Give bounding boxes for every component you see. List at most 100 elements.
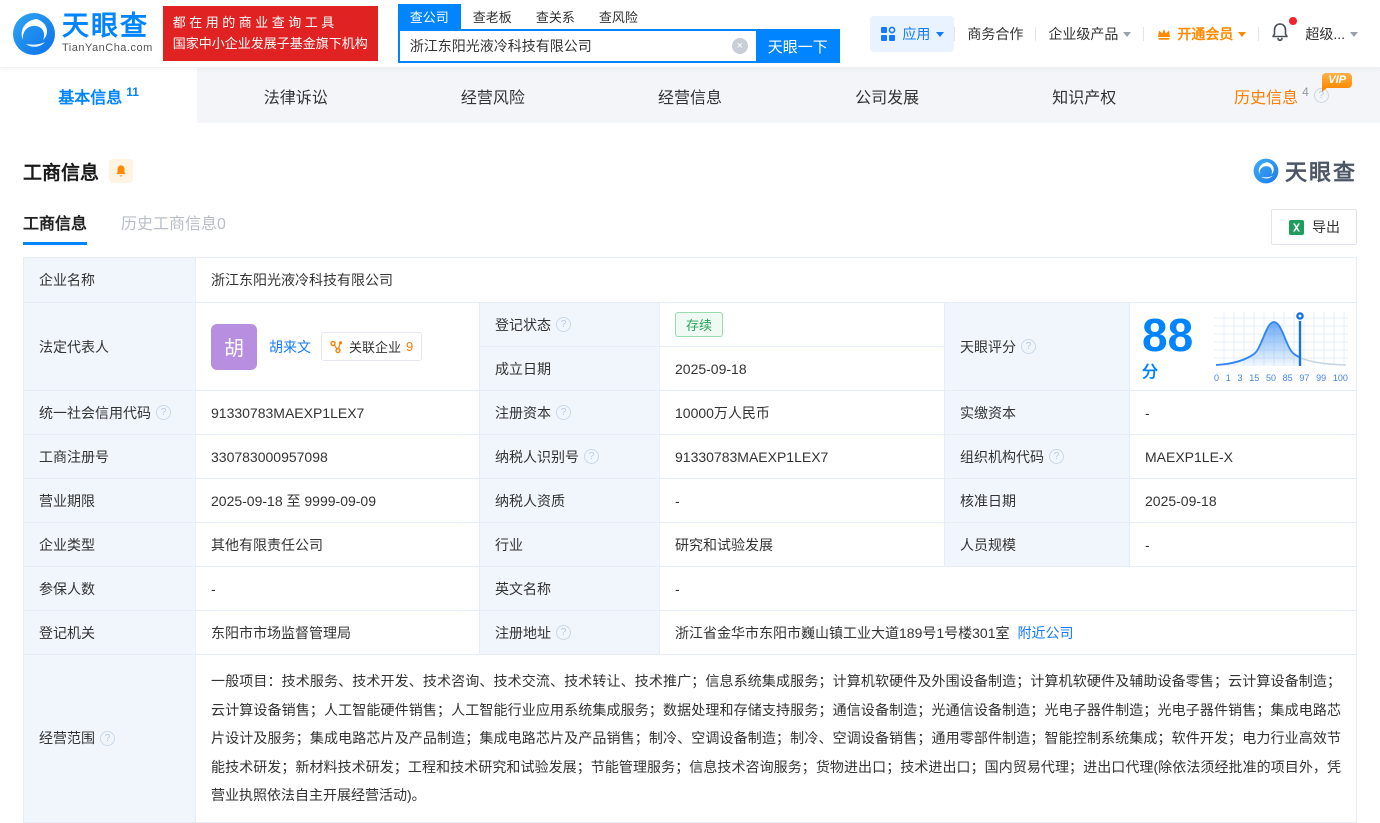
search-button[interactable]: 天眼一下 (756, 29, 840, 63)
tianyancha-watermark: 天眼查 (1253, 155, 1357, 187)
caret-down-icon (1123, 32, 1131, 37)
reg-address-label: 注册地址 (495, 623, 551, 643)
reg-number-value: 330783000957098 (196, 435, 480, 478)
english-name-label: 英文名称 (480, 567, 660, 610)
english-name-value: - (660, 567, 1356, 610)
score-axis-labels: 0131550859799100 (1214, 373, 1348, 383)
search-tab-relation[interactable]: 查关系 (524, 4, 587, 31)
account-menu[interactable]: 超级... (1301, 24, 1370, 44)
tianyancha-logo[interactable]: 天眼查 TianYanCha.com (12, 12, 153, 56)
enterprise-product-menu[interactable]: 企业级产品 (1036, 24, 1143, 44)
search-tab-risk[interactable]: 查风险 (587, 4, 650, 31)
network-icon (330, 340, 344, 354)
status-date-stack: 登记状态 ? 存续 成立日期 2025-09-18 (480, 303, 945, 390)
score-unit: 分 (1142, 364, 1158, 381)
export-button[interactable]: 导出 (1271, 209, 1357, 245)
industry-value: 研究和试验发展 (660, 523, 945, 566)
legal-rep-name-link[interactable]: 胡来文 (269, 337, 311, 357)
score-distribution-chart: 0131550859799100 (1214, 310, 1348, 383)
business-coop-link[interactable]: 商务合作 (955, 24, 1035, 44)
related-companies-label: 关联企业 (349, 337, 401, 356)
reg-address-text: 浙江省金华市东阳市巍山镇工业大道189号1号楼301室 (675, 623, 1010, 643)
subtab-business-info[interactable]: 工商信息 (23, 210, 87, 245)
bell-icon (1269, 21, 1291, 43)
taxpayer-quality-value: - (660, 479, 945, 522)
taxpayer-id-label-cell: 纳税人识别号 ? (480, 435, 660, 478)
slogan-line1: 都在用的商业查询工具 (173, 13, 368, 33)
search-tab-boss[interactable]: 查老板 (461, 4, 524, 31)
table-row-company-type: 企业类型 其他有限责任公司 行业 研究和试验发展 人员规模 - (24, 523, 1356, 567)
apps-grid-icon (880, 26, 896, 42)
help-icon[interactable]: ? (156, 405, 171, 420)
score-label: 天眼评分 (960, 337, 1016, 357)
reg-status-label-cell: 登记状态 ? (480, 303, 660, 346)
search-tab-company[interactable]: 查公司 (398, 4, 461, 31)
reg-authority-value: 东阳市市场监督管理局 (196, 611, 480, 654)
tab-history-info-count: 4 (1302, 85, 1309, 99)
help-icon[interactable]: ? (556, 405, 571, 420)
org-code-label: 组织机构代码 (960, 447, 1044, 467)
establish-date-value: 2025-09-18 (660, 347, 945, 390)
help-icon[interactable]: ? (556, 625, 571, 640)
table-row-business-scope: 经营范围 ? 一般项目：技术服务、技术开发、技术咨询、技术交流、技术转让、技术推… (24, 655, 1356, 823)
slogan-banner: 都在用的商业查询工具 国家中小企业发展子基金旗下机构 (163, 6, 378, 60)
search-tabs: 查公司 查老板 查关系 查风险 (398, 4, 840, 29)
subtab-history-business-info[interactable]: 历史工商信息0 (121, 210, 226, 245)
company-type-label: 企业类型 (24, 523, 196, 566)
monitor-bell-button[interactable] (109, 159, 133, 183)
enterprise-product-label: 企业级产品 (1048, 24, 1118, 44)
help-icon[interactable]: ? (1049, 449, 1064, 464)
related-companies-badge[interactable]: 关联企业 9 (321, 332, 422, 361)
help-icon[interactable]: ? (100, 731, 115, 746)
credit-code-value: 91330783MAEXP1LEX7 (196, 391, 480, 434)
caret-down-icon (1350, 32, 1358, 37)
company-type-value: 其他有限责任公司 (196, 523, 480, 566)
caret-down-icon (1238, 32, 1246, 37)
tab-basic-info[interactable]: 基本信息 11 (0, 68, 197, 123)
reg-capital-value: 10000万人民币 (660, 391, 945, 434)
help-icon[interactable]: ? (556, 317, 571, 332)
paid-capital-label: 实缴资本 (945, 391, 1130, 434)
tab-history-info[interactable]: 历史信息 4 ? VIP (1183, 68, 1380, 123)
credit-code-label-cell: 统一社会信用代码 ? (24, 391, 196, 434)
score-number: 88 (1142, 309, 1193, 361)
tab-basic-info-label: 基本信息 (58, 84, 122, 108)
help-icon[interactable]: ? (1021, 339, 1036, 354)
apps-menu[interactable]: 应用 (870, 16, 954, 52)
table-row-legal-rep: 法定代表人 胡 胡来文 关联企业 9 登记状态 ? (24, 303, 1356, 391)
vip-badge: VIP (1322, 73, 1352, 88)
notification-bell[interactable] (1259, 21, 1301, 46)
score-value-cell[interactable]: 88 分 (1130, 303, 1356, 390)
header-menu: 应用 商务合作 企业级产品 开通会员 (870, 16, 1370, 52)
tab-operation-info[interactable]: 经营信息 (591, 68, 788, 123)
legal-rep-label: 法定代表人 (24, 303, 196, 390)
tab-history-info-label: 历史信息 (1234, 84, 1298, 108)
logo-brand-text: 天眼查 (62, 13, 153, 40)
tab-intellectual-property[interactable]: 知识产权 (986, 68, 1183, 123)
taxpayer-quality-label: 纳税人资质 (480, 479, 660, 522)
search-input[interactable] (398, 29, 756, 63)
tab-operation-risk-label: 经营风险 (461, 84, 525, 108)
tab-operation-info-label: 经营信息 (658, 84, 722, 108)
crown-icon (1156, 26, 1172, 42)
tab-company-development[interactable]: 公司发展 (789, 68, 986, 123)
join-vip-menu[interactable]: 开通会员 (1144, 24, 1258, 44)
table-row-insured-count: 参保人数 - 英文名称 - (24, 567, 1356, 611)
business-term-label: 营业期限 (24, 479, 196, 522)
bell-icon (114, 164, 128, 178)
help-icon[interactable]: ? (584, 449, 599, 464)
related-companies-count: 9 (406, 339, 413, 354)
section-title: 工商信息 (23, 158, 99, 185)
reg-status-value: 存续 (660, 303, 945, 346)
industry-label: 行业 (480, 523, 660, 566)
tab-legal-litigation[interactable]: 法律诉讼 (197, 68, 394, 123)
business-term-value: 2025-09-18 至 9999-09-09 (196, 479, 480, 522)
legal-rep-avatar[interactable]: 胡 (211, 324, 257, 370)
company-nav-tabs: 基本信息 11 法律诉讼 经营风险 经营信息 公司发展 知识产权 历史信息 4 … (0, 68, 1380, 123)
staff-size-value: - (1130, 523, 1356, 566)
credit-code-label: 统一社会信用代码 (39, 403, 151, 423)
clear-icon[interactable]: × (732, 38, 748, 54)
business-scope-value: 一般项目：技术服务、技术开发、技术咨询、技术交流、技术转让、技术推广；信息系统集… (196, 655, 1356, 822)
nearby-companies-link[interactable]: 附近公司 (1018, 623, 1074, 643)
tab-operation-risk[interactable]: 经营风险 (394, 68, 591, 123)
